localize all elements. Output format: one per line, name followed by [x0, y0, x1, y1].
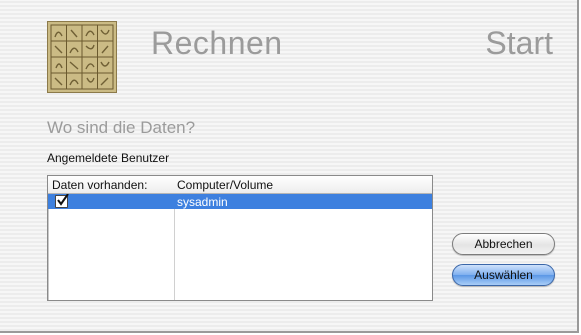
- table-row[interactable]: sysadmin: [48, 194, 432, 209]
- dialog-window: Rechnen Start Wo sind die Daten? Angemel…: [0, 0, 579, 333]
- cancel-button[interactable]: Abbrechen: [452, 233, 555, 255]
- column-header-volume[interactable]: Computer/Volume: [177, 178, 273, 192]
- checkmark-icon: [57, 194, 69, 206]
- column-header-data-available[interactable]: Daten vorhanden:: [52, 178, 147, 192]
- app-title: Rechnen: [151, 25, 283, 61]
- magic-square-logo-icon: [47, 21, 117, 93]
- logged-in-users-label: Angemeldete Benutzer: [47, 151, 170, 165]
- question-heading: Wo sind die Daten?: [47, 118, 196, 137]
- list-header: Daten vorhanden: Computer/Volume: [48, 176, 432, 194]
- data-available-checkbox[interactable]: [55, 194, 69, 208]
- user-volume-list[interactable]: Daten vorhanden: Computer/Volume sysadmi…: [47, 175, 433, 301]
- select-button[interactable]: Auswählen: [452, 264, 555, 286]
- step-label: Start: [485, 25, 553, 61]
- volume-name: sysadmin: [177, 195, 228, 209]
